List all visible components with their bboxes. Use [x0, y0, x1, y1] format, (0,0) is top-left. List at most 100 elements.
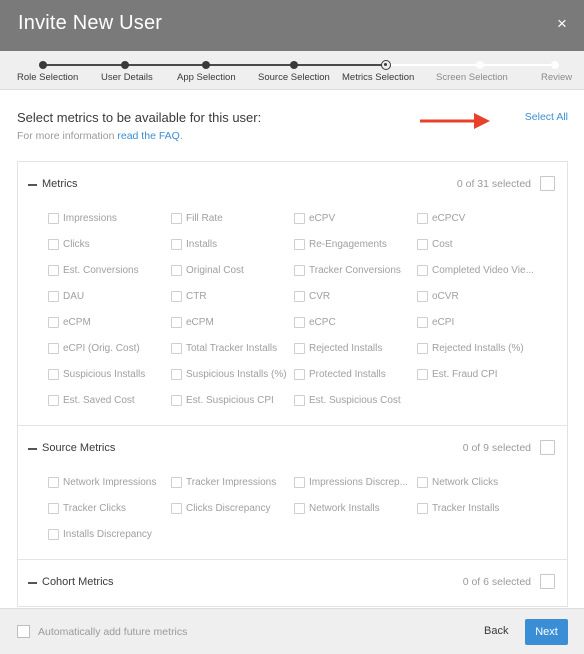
metric-checkbox[interactable] — [48, 395, 59, 406]
metric-checkbox[interactable] — [294, 395, 305, 406]
metric-checkbox[interactable] — [171, 317, 182, 328]
metric-option[interactable]: Installs Discrepancy — [48, 524, 171, 545]
metric-option[interactable]: Completed Video Vie... — [417, 260, 540, 281]
metric-option[interactable]: Est. Saved Cost — [48, 390, 171, 411]
metric-option[interactable]: Suspicious Installs (%) — [171, 364, 294, 385]
close-icon[interactable]: × — [554, 14, 570, 34]
metric-checkbox[interactable] — [48, 343, 59, 354]
metrics-panel[interactable]: Metrics 0 of 31 selected Impressions Fill R… — [17, 161, 568, 607]
next-button[interactable]: Next — [525, 619, 568, 645]
metric-option[interactable]: Network Installs — [294, 498, 417, 519]
metric-checkbox[interactable] — [294, 343, 305, 354]
section-select-all-checkbox[interactable] — [540, 440, 555, 455]
metric-checkbox[interactable] — [417, 477, 428, 488]
metric-checkbox[interactable] — [48, 477, 59, 488]
collapse-minus-icon[interactable] — [28, 448, 37, 450]
metric-checkbox[interactable] — [294, 477, 305, 488]
metric-checkbox[interactable] — [294, 503, 305, 514]
metric-checkbox[interactable] — [48, 265, 59, 276]
metric-checkbox[interactable] — [48, 529, 59, 540]
metric-option[interactable]: eCPCV — [417, 208, 540, 229]
metric-checkbox[interactable] — [417, 213, 428, 224]
select-all-link[interactable]: Select All — [525, 111, 568, 123]
metric-option[interactable]: Protected Installs — [294, 364, 417, 385]
metric-checkbox[interactable] — [48, 213, 59, 224]
metric-checkbox[interactable] — [417, 369, 428, 380]
metric-option[interactable]: ROI — [417, 606, 540, 607]
metric-checkbox[interactable] — [171, 369, 182, 380]
metric-option[interactable]: DAU — [48, 286, 171, 307]
collapse-minus-icon[interactable] — [28, 582, 37, 584]
metric-option[interactable]: Est. Suspicious Cost — [294, 390, 417, 411]
metric-option[interactable]: Impressions Discrep... — [294, 472, 417, 493]
metric-checkbox[interactable] — [171, 395, 182, 406]
metric-option[interactable]: Est. Conversions — [48, 260, 171, 281]
metric-option[interactable]: eCPV — [294, 208, 417, 229]
metric-checkbox[interactable] — [171, 291, 182, 302]
metric-option[interactable]: Rejected Installs (%) — [417, 338, 540, 359]
metric-checkbox[interactable] — [417, 503, 428, 514]
section-header[interactable]: Metrics 0 of 31 selected — [18, 162, 567, 208]
metric-checkbox[interactable] — [294, 317, 305, 328]
metric-checkbox[interactable] — [171, 213, 182, 224]
metric-option[interactable]: Installs — [171, 234, 294, 255]
metric-option[interactable]: Impressions — [48, 208, 171, 229]
metric-option[interactable]: Tracker Impressions — [171, 472, 294, 493]
metric-option[interactable]: Network Clicks — [417, 472, 540, 493]
metric-option[interactable]: Rejected Installs — [294, 338, 417, 359]
metric-checkbox[interactable] — [48, 317, 59, 328]
metric-checkbox[interactable] — [171, 343, 182, 354]
metric-option[interactable]: eCPM — [48, 312, 171, 333]
metric-option[interactable]: Original Revenue — [171, 606, 294, 607]
metric-checkbox[interactable] — [48, 239, 59, 250]
metric-option[interactable]: Tracker Conversions — [294, 260, 417, 281]
metric-option[interactable]: eCPM — [171, 312, 294, 333]
metric-checkbox[interactable] — [417, 291, 428, 302]
metric-option[interactable]: Revenue — [48, 606, 171, 607]
metric-option[interactable]: Tracker Installs — [417, 498, 540, 519]
metric-option[interactable]: Cost — [417, 234, 540, 255]
metric-option[interactable]: eCPC — [294, 312, 417, 333]
metric-option[interactable]: Est. Fraud CPI — [417, 364, 540, 385]
metric-checkbox[interactable] — [171, 503, 182, 514]
metric-option[interactable]: oCVR — [417, 286, 540, 307]
section-header[interactable]: Cohort Metrics 0 of 6 selected — [18, 560, 567, 606]
section-select-all-checkbox[interactable] — [540, 574, 555, 589]
metric-checkbox[interactable] — [294, 291, 305, 302]
metric-option[interactable]: Original Cost — [171, 260, 294, 281]
section-select-all-checkbox[interactable] — [540, 176, 555, 191]
metric-option[interactable]: ARPU — [294, 606, 417, 607]
metric-option[interactable]: Re-Engagements — [294, 234, 417, 255]
metric-checkbox[interactable] — [48, 369, 59, 380]
metric-option[interactable]: eCPI — [417, 312, 540, 333]
metric-checkbox[interactable] — [417, 265, 428, 276]
metric-option[interactable]: Est. Suspicious CPI — [171, 390, 294, 411]
metric-checkbox[interactable] — [294, 213, 305, 224]
metric-checkbox[interactable] — [294, 239, 305, 250]
metric-option[interactable]: eCPI (Orig. Cost) — [48, 338, 171, 359]
metric-checkbox[interactable] — [171, 265, 182, 276]
metric-checkbox[interactable] — [294, 369, 305, 380]
faq-link[interactable]: read the FAQ — [117, 130, 179, 142]
metric-option[interactable]: Tracker Clicks — [48, 498, 171, 519]
metric-checkbox[interactable] — [417, 239, 428, 250]
metric-checkbox[interactable] — [417, 343, 428, 354]
section-header[interactable]: Source Metrics 0 of 9 selected — [18, 426, 567, 472]
metric-checkbox[interactable] — [294, 265, 305, 276]
metric-checkbox[interactable] — [171, 477, 182, 488]
metric-option[interactable]: CTR — [171, 286, 294, 307]
metric-option[interactable]: Total Tracker Installs — [171, 338, 294, 359]
metric-option[interactable]: Clicks — [48, 234, 171, 255]
metric-checkbox[interactable] — [417, 317, 428, 328]
metric-checkbox[interactable] — [48, 503, 59, 514]
metric-checkbox[interactable] — [48, 291, 59, 302]
metric-option[interactable]: Fill Rate — [171, 208, 294, 229]
metric-checkbox[interactable] — [171, 239, 182, 250]
auto-add-checkbox[interactable] — [17, 625, 30, 638]
metric-option[interactable]: Network Impressions — [48, 472, 171, 493]
metric-option[interactable]: CVR — [294, 286, 417, 307]
metric-option[interactable]: Clicks Discrepancy — [171, 498, 294, 519]
metric-option[interactable]: Suspicious Installs — [48, 364, 171, 385]
collapse-minus-icon[interactable] — [28, 184, 37, 186]
back-button[interactable]: Back — [484, 625, 508, 637]
